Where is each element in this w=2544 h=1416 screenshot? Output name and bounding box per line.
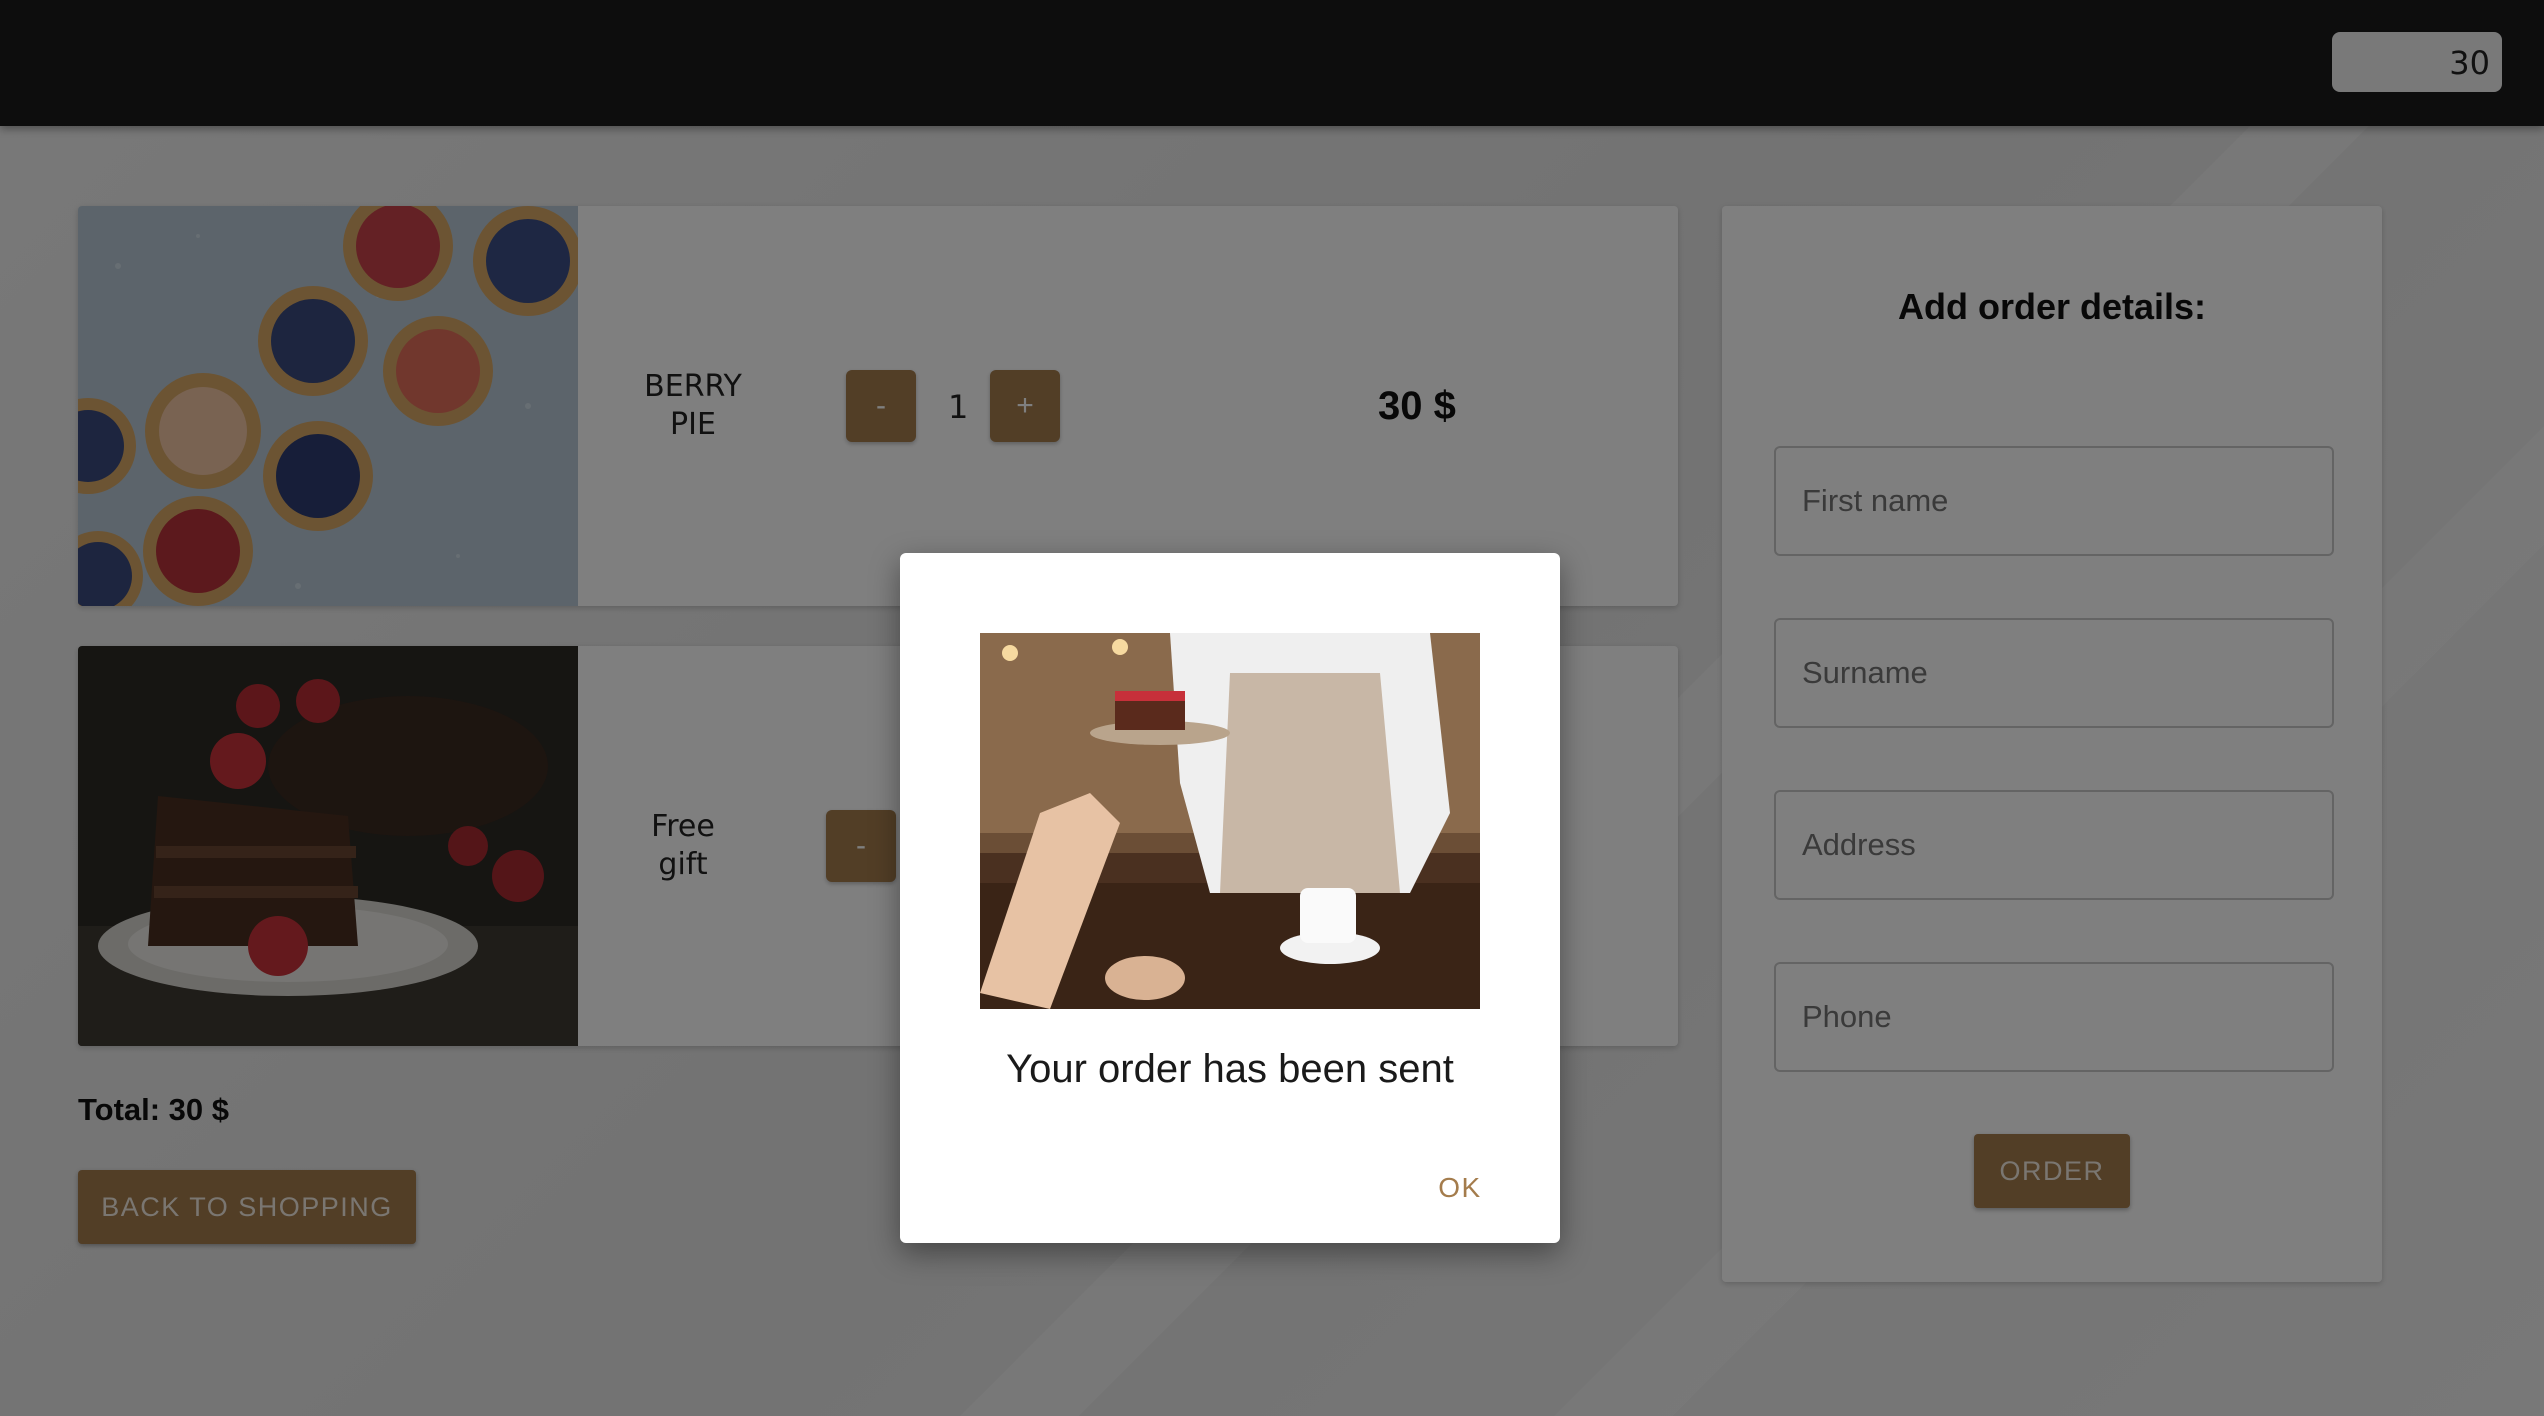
ok-button[interactable]: OK <box>1420 1163 1500 1213</box>
cafe-serving-image <box>980 633 1480 1009</box>
dialog-message: Your order has been sent <box>1006 1047 1454 1091</box>
order-sent-dialog: Your order has been sent OK <box>900 553 1560 1243</box>
